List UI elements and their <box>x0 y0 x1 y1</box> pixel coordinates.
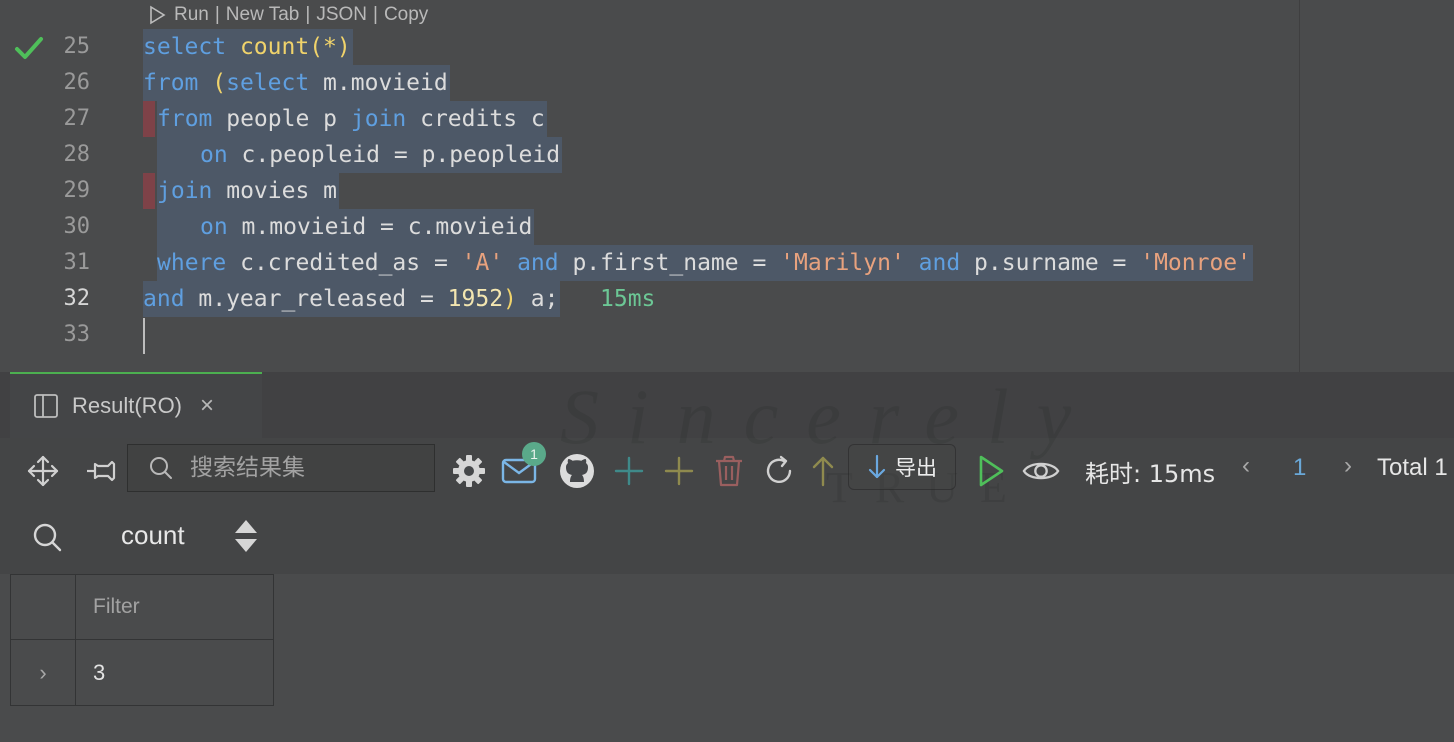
code-text[interactable]: on m.movieid = c.movieid <box>157 209 535 245</box>
next-page-button[interactable]: › <box>1344 452 1352 480</box>
code-line: 31 where c.credited_as = 'A' and p.first… <box>0 245 1454 281</box>
line-number: 29 <box>63 178 91 203</box>
line-number: 30 <box>63 214 91 239</box>
code-line: 28 on c.peopleid = p.peopleid <box>0 137 1454 173</box>
view-icon[interactable] <box>1022 452 1060 490</box>
column-header-count[interactable]: count <box>121 520 185 551</box>
code-line: 26 from (select m.movieid <box>0 65 1454 101</box>
row-header-cell <box>11 575 76 639</box>
split-panel-icon <box>34 394 58 418</box>
code-text[interactable]: join movies m <box>157 173 340 209</box>
line-number: 25 <box>63 34 91 59</box>
codelens-actions: Run | New Tab | JSON | Copy <box>146 3 428 27</box>
refresh-icon[interactable] <box>760 452 798 490</box>
code-line: 30 on m.movieid = c.movieid <box>0 209 1454 245</box>
codelens-json[interactable]: JSON <box>316 4 367 26</box>
codelens-run[interactable]: Run <box>174 4 209 26</box>
export-icon <box>868 454 886 479</box>
run-triangle-icon[interactable] <box>146 4 168 26</box>
code-text[interactable]: where c.credited_as = 'A' and p.first_na… <box>157 245 1253 281</box>
codelens-sep: | <box>214 4 220 25</box>
count-value-cell[interactable]: 3 <box>76 640 273 705</box>
line-number: 33 <box>63 322 91 347</box>
line-number: 27 <box>63 106 91 131</box>
move-icon[interactable] <box>24 452 62 490</box>
search-icon <box>150 457 172 479</box>
pin-icon[interactable] <box>82 452 120 490</box>
code-text[interactable]: from (select m.movieid <box>143 65 450 101</box>
result-toolbar: 导出 耗时: 15ms ‹ 1 › Total 1 <box>0 438 1454 504</box>
result-search[interactable] <box>127 444 435 492</box>
code-line: 27 from people p join credits c <box>0 101 1454 137</box>
column-search-icon[interactable] <box>30 520 64 554</box>
code-line: 25 select count(*) <box>0 29 1454 65</box>
code-line: 33 <box>0 317 1454 353</box>
page-number[interactable]: 1 <box>1293 454 1306 482</box>
mail-badge: 1 <box>522 442 546 466</box>
add-icon[interactable] <box>660 452 698 490</box>
tab-result[interactable]: Result(RO) × <box>10 372 262 438</box>
code-text[interactable]: and m.year_released = 1952) a; <box>143 281 561 317</box>
filter-input[interactable] <box>93 595 253 619</box>
expand-row-button[interactable]: › <box>11 640 76 705</box>
codelens-sep: | <box>373 4 378 25</box>
sql-editor[interactable]: Run | New Tab | JSON | Copy 25 select co… <box>0 0 1454 372</box>
search-input[interactable] <box>190 455 420 481</box>
codelens-new-tab[interactable]: New Tab <box>226 4 300 26</box>
result-tab-bar: Result(RO) × <box>0 372 1454 438</box>
code-text[interactable]: from people p join credits c <box>157 101 547 137</box>
table-row[interactable]: › 3 <box>10 640 274 706</box>
code-text[interactable]: select count(*) <box>143 29 353 65</box>
codelens-sep: | <box>305 4 311 25</box>
settings-icon[interactable] <box>450 452 488 490</box>
line-number: 26 <box>63 70 91 95</box>
code-text[interactable]: on c.peopleid = p.peopleid <box>157 137 563 173</box>
codelens-copy[interactable]: Copy <box>384 4 428 26</box>
sort-icon[interactable] <box>232 516 260 556</box>
result-header: count <box>0 504 1454 574</box>
submit-icon[interactable] <box>804 452 842 490</box>
line-number: 31 <box>63 250 91 275</box>
run-icon[interactable] <box>972 452 1010 490</box>
export-button[interactable]: 导出 <box>848 444 956 490</box>
delete-icon[interactable] <box>710 452 748 490</box>
github-icon[interactable] <box>558 452 596 490</box>
add-row-icon[interactable] <box>610 452 648 490</box>
execution-time-hint: 15ms <box>600 286 656 312</box>
export-label: 导出 <box>895 456 937 480</box>
prev-page-button[interactable]: ‹ <box>1242 452 1250 480</box>
result-grid: › 3 <box>10 574 274 706</box>
tab-result-label: Result(RO) <box>72 393 183 418</box>
code-line: 29 join movies m <box>0 173 1454 209</box>
close-icon[interactable]: × <box>200 392 214 420</box>
elapsed-time: 耗时: 15ms <box>1085 460 1216 488</box>
filter-cell[interactable] <box>76 575 273 639</box>
line-number: 32 <box>63 286 91 311</box>
text-cursor <box>143 318 145 354</box>
filter-row <box>10 574 274 640</box>
total-count: Total 1 <box>1377 454 1448 481</box>
line-number: 28 <box>63 142 91 167</box>
code-line: 32 and m.year_released = 1952) a; 15ms <box>0 281 1454 317</box>
